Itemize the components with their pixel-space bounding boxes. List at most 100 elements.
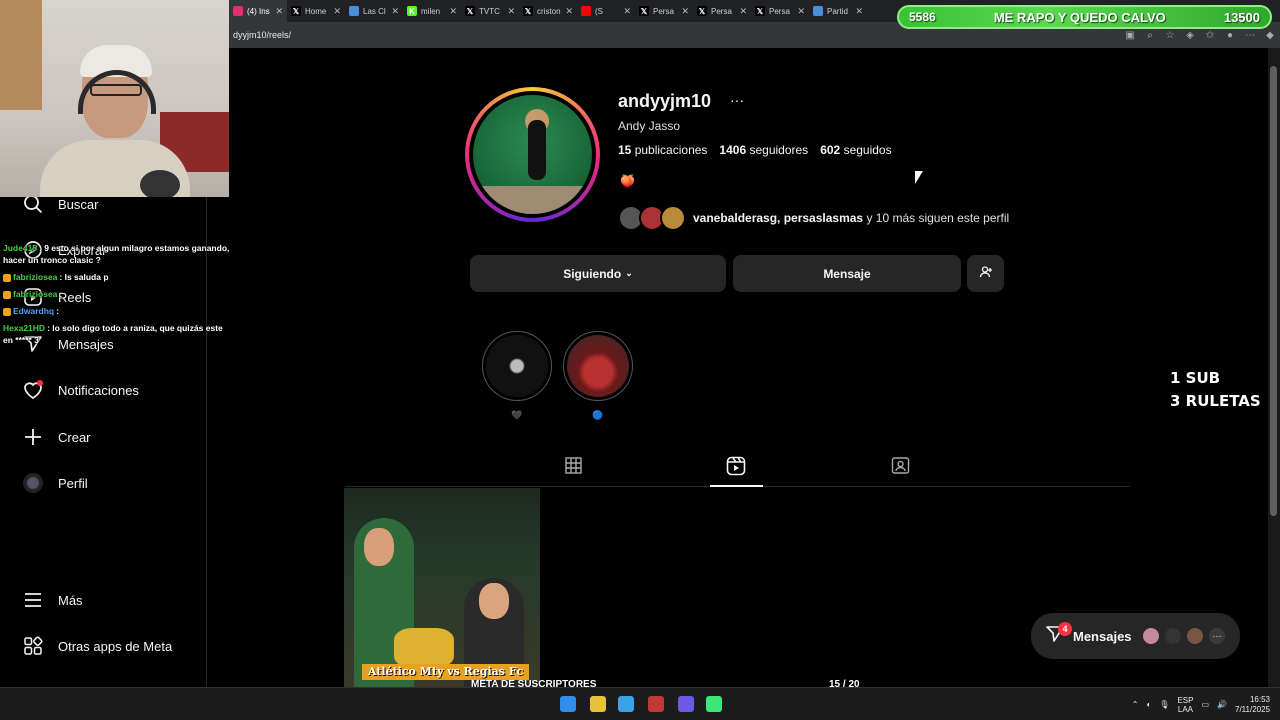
obs-icon[interactable] — [648, 696, 664, 712]
x-icon: 𝕏 — [755, 6, 765, 16]
network-icon[interactable]: ◐ — [1146, 700, 1151, 709]
tab-title: (4) Ins — [247, 6, 270, 16]
profile-avatar[interactable] — [465, 87, 600, 222]
browser-tab[interactable]: 𝕏 Home ✕ — [287, 0, 345, 22]
browser-tab[interactable]: 𝕏 Persa ✕ — [635, 0, 693, 22]
posts-grid-tab[interactable] — [563, 457, 583, 478]
sub-line-1: 1 SUB — [1170, 369, 1221, 387]
tab-title: Partid — [827, 6, 848, 16]
browser-tab[interactable]: 𝕏 Persa ✕ — [693, 0, 751, 22]
windows-start-icon[interactable] — [560, 696, 576, 712]
close-icon[interactable]: ✕ — [797, 6, 805, 17]
x-icon: 𝕏 — [697, 6, 707, 16]
webcam-feed — [0, 0, 229, 197]
highlight-label: 🖤 — [511, 410, 523, 420]
followers-stat[interactable]: 1406 seguidores — [719, 143, 808, 157]
x-icon: 𝕏 — [465, 6, 475, 16]
following-stat[interactable]: 602 seguidos — [820, 143, 891, 157]
app-icon[interactable] — [706, 696, 722, 712]
reel-caption: Atlético Mty vs Regias Fc — [362, 664, 530, 680]
following-button[interactable]: Siguiendo ⌄ — [470, 255, 726, 292]
volume-icon[interactable]: 🔊 — [1217, 700, 1227, 709]
profile-icon[interactable]: ● — [1220, 30, 1240, 41]
browser-tab[interactable]: (S ✕ — [577, 0, 635, 22]
chat-username: Edwardhq — [13, 306, 55, 316]
tab-title: TVTC — [479, 6, 500, 16]
close-icon[interactable]: ✕ — [333, 6, 341, 17]
close-icon[interactable]: ✕ — [623, 6, 631, 17]
sidebar-item-meta-apps[interactable]: Otras apps de Meta — [22, 634, 172, 658]
reel-thumbnail[interactable]: Atlético Mty vs Regias Fc — [344, 488, 540, 687]
url-text[interactable]: dyyjm10/reels/ — [229, 30, 1120, 40]
microphone-icon[interactable]: 🎙 — [1159, 700, 1169, 709]
hamburger-icon — [22, 589, 44, 611]
display-icon[interactable]: ▭ — [1201, 700, 1209, 709]
favorites-icon[interactable]: ✩ — [1200, 30, 1220, 41]
close-icon[interactable]: ✕ — [449, 6, 457, 17]
chevron-up-icon[interactable]: ⌃ — [1132, 700, 1139, 709]
story-highlight[interactable] — [563, 331, 633, 401]
sidebar-item-profile[interactable]: Perfil — [22, 471, 88, 495]
sub-badge-icon — [3, 307, 11, 316]
scrollbar[interactable] — [1268, 48, 1280, 687]
close-icon[interactable]: ✕ — [391, 6, 399, 17]
zoom-icon[interactable]: ⌕ — [1140, 30, 1160, 41]
close-icon[interactable]: ✕ — [275, 6, 283, 17]
edge-icon[interactable] — [618, 696, 634, 712]
chat-username: Hexa21HD — [3, 323, 46, 333]
youtube-icon — [581, 6, 591, 16]
browser-tab[interactable]: Las Cl ✕ — [345, 0, 403, 22]
browser-tab[interactable]: 𝕏 TVTC ✕ — [461, 0, 519, 22]
browser-tab[interactable]: Partid ✕ — [809, 0, 867, 22]
screen: (4) Ins ✕ 𝕏 Home ✕ Las Cl ✕ Kmilen ✕ 𝕏 TVTC ✕ 𝕏crist… — [0, 0, 1280, 720]
web-icon — [813, 6, 823, 16]
sidebar-item-create[interactable]: Crear — [22, 425, 91, 449]
copilot-icon[interactable]: ◆ — [1260, 30, 1280, 41]
browser-tab[interactable]: 𝕏 Persa ✕ — [751, 0, 809, 22]
x-icon: 𝕏 — [523, 6, 533, 16]
message-button[interactable]: Mensaje — [733, 255, 961, 292]
donation-goal-bar: 5586 ME RAPO Y QUEDO CALVO 13500 — [897, 5, 1272, 29]
tab-title: criston — [537, 6, 561, 16]
messages-pill[interactable]: Mensajes ··· — [1031, 613, 1240, 659]
close-icon[interactable]: ✕ — [855, 6, 863, 17]
browser-tab[interactable]: Kmilen ✕ — [403, 0, 461, 22]
star-icon[interactable]: ☆ — [1160, 30, 1180, 41]
extension-icon[interactable]: ◈ — [1180, 30, 1200, 41]
close-icon[interactable]: ✕ — [739, 6, 747, 17]
discord-icon[interactable] — [678, 696, 694, 712]
followed-by-names[interactable]: vanebalderasg, persaslasmas — [693, 211, 863, 225]
scrollbar-thumb[interactable] — [1270, 66, 1277, 516]
close-icon[interactable]: ✕ — [507, 6, 515, 17]
language-indicator[interactable]: ESP LAA — [1177, 696, 1193, 714]
reels-tab[interactable] — [726, 456, 746, 478]
profile-avatar-icon — [22, 472, 44, 494]
install-icon[interactable]: ▣ — [1120, 30, 1140, 41]
chat-text: : ls saluda p — [59, 272, 109, 282]
options-icon[interactable]: ··· — [730, 92, 744, 108]
follower-avatar — [660, 205, 686, 231]
browser-tab[interactable]: 𝕏criston ✕ — [519, 0, 577, 22]
bio-emoji: 🍑 — [620, 174, 635, 188]
more-icon[interactable]: ⋯ — [1240, 30, 1260, 41]
suggest-user-button[interactable] — [967, 255, 1004, 292]
sidebar-item-more[interactable]: Más — [22, 588, 83, 612]
chat-avatar — [1186, 627, 1204, 645]
tagged-tab[interactable] — [890, 457, 910, 478]
tab-title: Persa — [711, 6, 732, 16]
windows-taskbar: ⌃ ◐ 🎙 ESP LAA ▭ 🔊 16:53 7/11/2025 — [0, 687, 1280, 720]
close-icon[interactable]: ✕ — [565, 6, 573, 17]
story-highlight[interactable] — [482, 331, 552, 401]
close-icon[interactable]: ✕ — [681, 6, 689, 17]
donation-goal-text: ME RAPO Y QUEDO CALVO — [993, 9, 1166, 25]
browser-tab[interactable]: (4) Ins ✕ — [229, 0, 287, 22]
chat-username: fabriziosea — [13, 289, 58, 299]
mouse-cursor-icon — [915, 171, 923, 184]
sub-badge-icon — [3, 290, 11, 299]
followed-by-row[interactable]: vanebalderasg, persaslasmas y 10 más sig… — [618, 205, 1009, 231]
sidebar-item-notifications[interactable]: Notificaciones — [22, 378, 139, 402]
tab-title: Persa — [653, 6, 674, 16]
messages-pill-badge: 4 — [1058, 622, 1072, 636]
clock[interactable]: 16:53 7/11/2025 — [1235, 695, 1270, 715]
file-explorer-icon[interactable] — [590, 696, 606, 712]
